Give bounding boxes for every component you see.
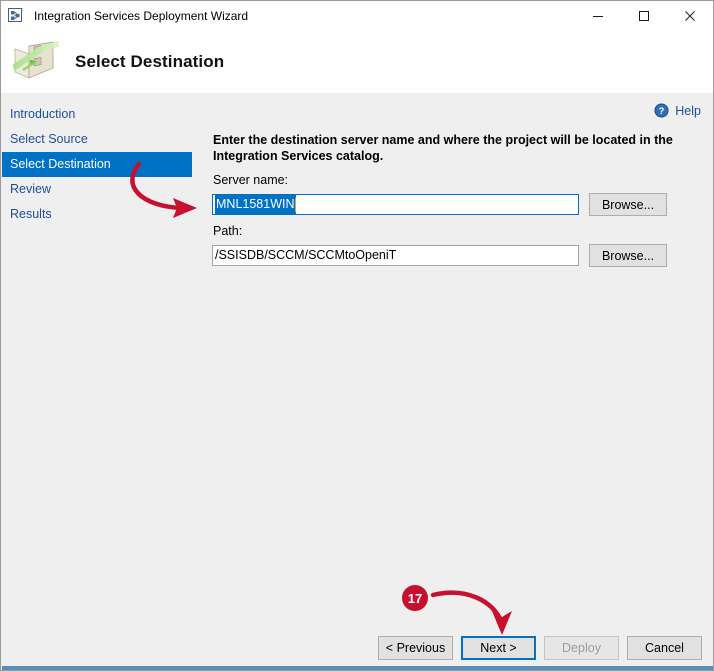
path-row: /SSISDB/SCCM/SCCMtoOpeniT Browse... — [212, 244, 667, 267]
sidebar-item-results[interactable]: Results — [2, 202, 192, 227]
previous-button[interactable]: < Previous — [378, 636, 453, 660]
server-name-value: MNL1581WIN — [215, 195, 296, 214]
title-bar: Integration Services Deployment Wizard — [1, 1, 713, 31]
wizard-icon — [8, 8, 24, 24]
help-circle-icon: ? — [654, 103, 669, 118]
path-value: /SSISDB/SCCM/SCCMtoOpeniT — [215, 248, 397, 262]
page-header: Select Destination — [1, 31, 713, 93]
maximize-icon[interactable] — [621, 1, 667, 31]
help-label: Help — [675, 103, 701, 118]
help-link[interactable]: ? Help — [654, 103, 701, 118]
bottom-accent-strip — [2, 666, 713, 670]
path-browse-button[interactable]: Browse... — [589, 244, 667, 267]
cancel-button[interactable]: Cancel — [627, 636, 702, 660]
page-title: Select Destination — [75, 52, 225, 71]
text-caret — [294, 197, 296, 212]
minimize-icon[interactable] — [575, 1, 621, 31]
wizard-window: Integration Services Deployment Wizard S… — [0, 0, 714, 671]
instruction-text: Enter the destination server name and wh… — [213, 133, 673, 163]
close-icon[interactable] — [667, 1, 713, 31]
wizard-steps-sidebar: Introduction Select Source Select Destin… — [2, 94, 192, 630]
sidebar-item-select-source[interactable]: Select Source — [2, 127, 192, 152]
server-name-label: Server name: — [213, 173, 289, 187]
window-title: Integration Services Deployment Wizard — [34, 9, 249, 23]
svg-text:?: ? — [659, 106, 665, 116]
footer-bar: < Previous Next > Deploy Cancel — [197, 624, 713, 670]
sidebar-item-review[interactable]: Review — [2, 177, 192, 202]
deploy-button: Deploy — [544, 636, 619, 660]
path-input[interactable]: /SSISDB/SCCM/SCCMtoOpeniT — [212, 245, 579, 266]
content-panel: ? Help Enter the destination server name… — [197, 94, 713, 623]
window-controls — [575, 1, 713, 31]
sidebar-item-introduction[interactable]: Introduction — [2, 102, 192, 127]
deployment-destination-icon — [11, 38, 61, 86]
sidebar-item-select-destination[interactable]: Select Destination — [2, 152, 192, 177]
step-badge: 17 — [402, 585, 428, 611]
server-name-row: MNL1581WIN Browse... — [212, 193, 667, 216]
path-label: Path: — [213, 224, 243, 238]
wizard-buttons: < Previous Next > Deploy Cancel — [378, 636, 702, 660]
server-browse-button[interactable]: Browse... — [589, 193, 667, 216]
server-name-input[interactable]: MNL1581WIN — [212, 194, 579, 215]
next-button[interactable]: Next > — [461, 636, 536, 660]
